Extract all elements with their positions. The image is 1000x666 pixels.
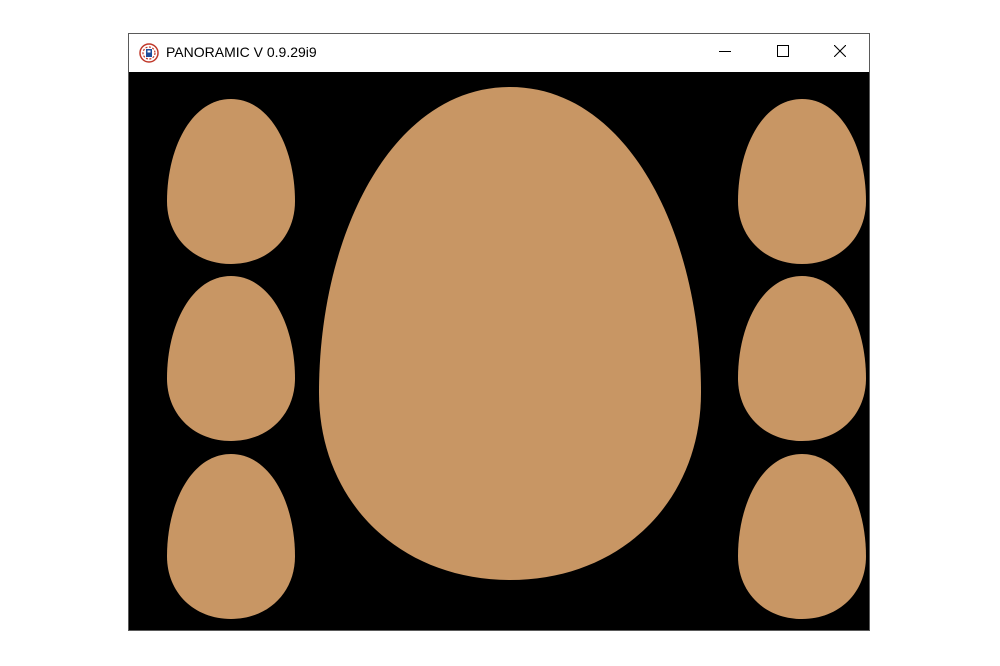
window-title: PANORAMIC V 0.9.29i9 <box>166 44 317 60</box>
close-button[interactable] <box>811 34 869 72</box>
egg-right-bottom <box>738 454 866 619</box>
egg-left-top <box>167 99 295 264</box>
egg-center-large <box>319 87 701 580</box>
panoramic-app-icon[interactable] <box>139 43 159 63</box>
egg-right-top <box>738 99 866 264</box>
minimize-button[interactable] <box>696 34 754 72</box>
egg-left-bottom <box>167 454 295 619</box>
egg-right-middle <box>738 276 866 441</box>
drawing-canvas[interactable] <box>129 72 869 630</box>
maximize-button[interactable] <box>754 34 812 72</box>
maximize-icon <box>777 44 789 62</box>
title-bar[interactable]: PANORAMIC V 0.9.29i9 <box>129 34 869 72</box>
egg-left-middle <box>167 276 295 441</box>
close-icon <box>833 44 847 62</box>
panoramic-window: PANORAMIC V 0.9.29i9 <box>128 33 870 631</box>
minimize-icon <box>719 44 731 62</box>
egg-drawing <box>167 87 866 619</box>
